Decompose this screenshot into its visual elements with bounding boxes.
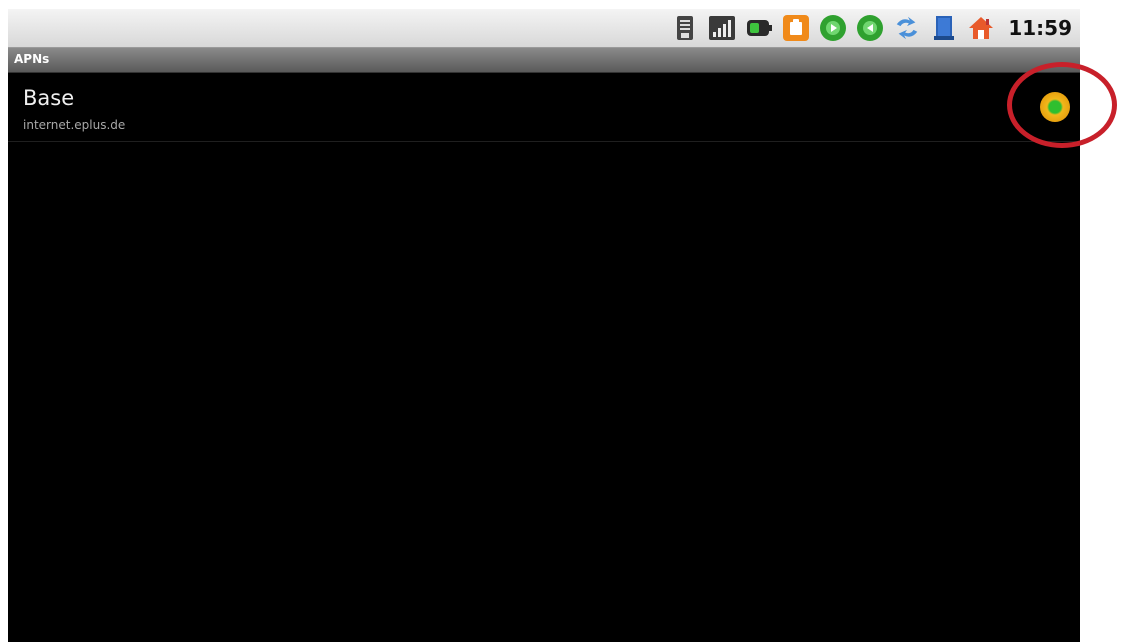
device-screen: 11:59 APNs Base internet.eplus.de — [8, 9, 1080, 642]
signal-strength-icon — [708, 14, 736, 42]
apn-url: internet.eplus.de — [23, 118, 126, 132]
green-app-icon-2 — [856, 14, 884, 42]
title-bar: APNs — [8, 48, 1080, 73]
home-icon — [967, 14, 995, 42]
sd-card-icon — [671, 14, 699, 42]
annotation-circle — [1007, 62, 1117, 148]
apn-name: Base — [23, 86, 75, 110]
page-title: APNs — [14, 52, 50, 66]
book-icon — [930, 14, 958, 42]
status-bar: 11:59 — [8, 9, 1080, 48]
status-icons: 11:59 — [671, 9, 1074, 47]
notification-orange-icon — [782, 14, 810, 42]
apn-list: Base internet.eplus.de — [8, 73, 1080, 142]
battery-icon — [745, 14, 773, 42]
green-app-icon — [819, 14, 847, 42]
usb-sync-icon — [893, 14, 921, 42]
status-clock: 11:59 — [1008, 16, 1072, 40]
list-item-apn-base[interactable]: Base internet.eplus.de — [8, 73, 1080, 142]
